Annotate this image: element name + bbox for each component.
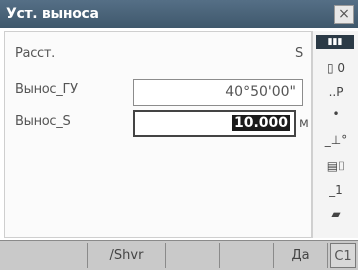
title-bar: Уст. выноса × (0, 0, 358, 28)
softkey-1[interactable] (0, 243, 88, 268)
softkey-4[interactable] (220, 243, 274, 268)
softkey-shvr[interactable]: /Shvr (88, 243, 166, 268)
window-title: Уст. выноса (6, 6, 99, 22)
memory-icon[interactable]: ▤⌷ (316, 159, 356, 174)
signal-icon: ▮▮▮ (316, 35, 354, 49)
form-panel: Расст. S Вынос_ГУ 40°50'00" Вынос_S 10.0… (4, 31, 312, 238)
softkey-yes[interactable]: Да (274, 243, 328, 268)
distance-mode-value: S (295, 46, 303, 61)
stakeout-angle-field[interactable]: 40°50'00" (133, 79, 303, 106)
stakeout-distance-value: 10.000 (231, 115, 290, 131)
close-icon: × (338, 6, 350, 22)
target-icon[interactable]: ▯ 0 (316, 61, 356, 75)
dot-icon: • (332, 107, 340, 121)
level-icon[interactable]: _1 (316, 183, 356, 197)
stakeout-distance-label: Вынос_S (15, 114, 71, 129)
status-sidebar: ▮▮▮ ▯ 0 ..P • _⊥° ▤⌷ _1 ▰ (312, 31, 358, 238)
distance-unit: м (299, 116, 309, 131)
stakeout-angle-label: Вынос_ГУ (15, 82, 78, 97)
softkey-bar: /Shvr Да С1 (0, 240, 358, 270)
battery-icon: ▰ (331, 207, 341, 221)
stakeout-distance-field[interactable]: 10.000 (133, 110, 296, 137)
softkey-3[interactable] (166, 243, 220, 268)
horizon-icon[interactable]: _⊥° (316, 133, 356, 147)
tilt-icon[interactable]: ..P (316, 85, 356, 99)
distance-label: Расст. (15, 46, 56, 61)
softkey-page[interactable]: С1 (330, 243, 356, 268)
close-button[interactable]: × (334, 5, 354, 24)
